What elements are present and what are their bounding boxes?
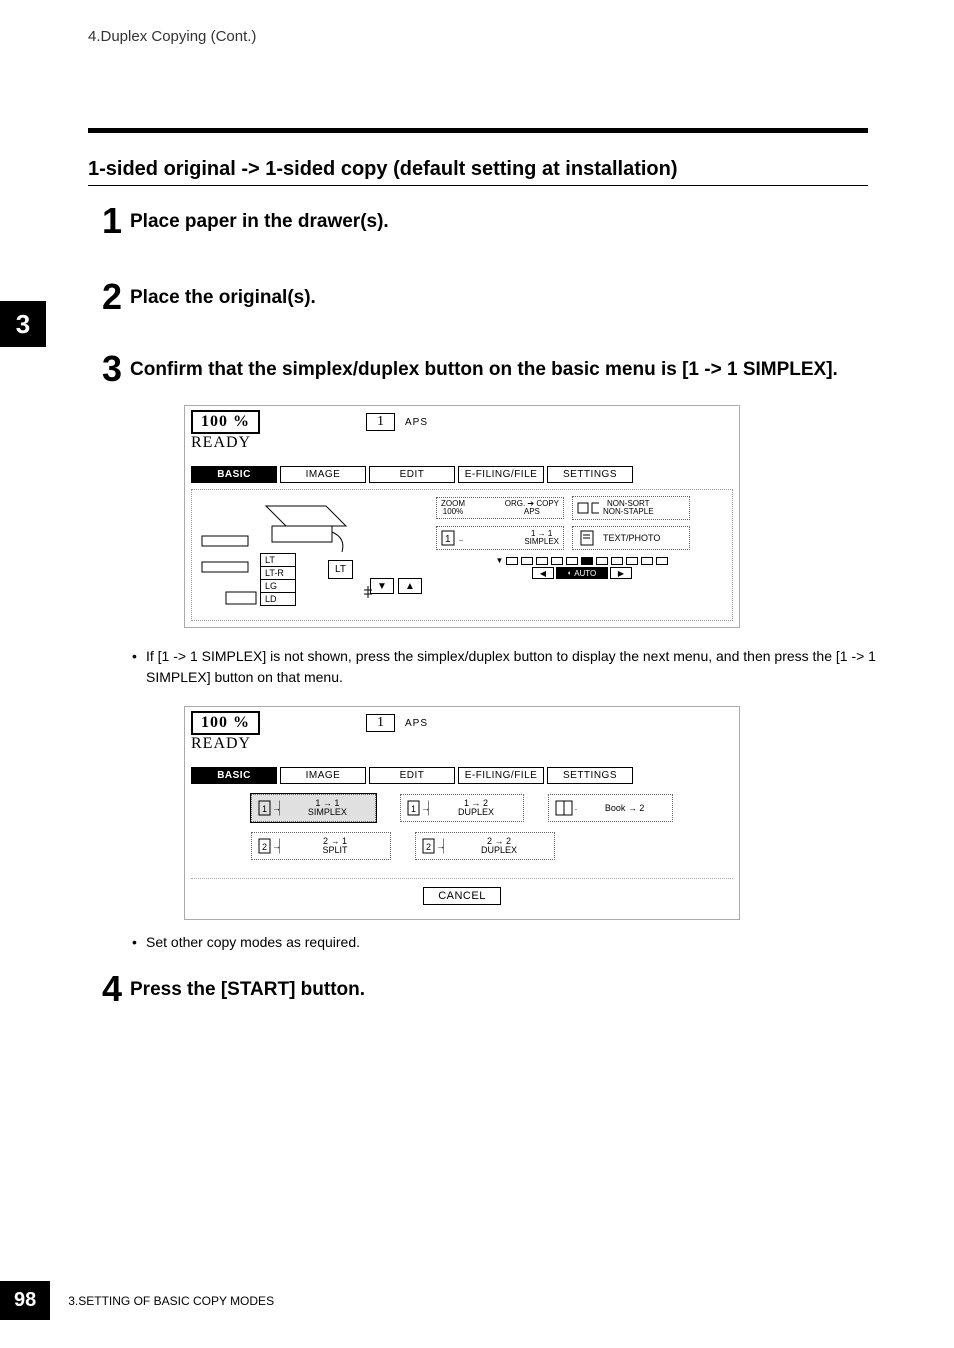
lcd-screenshot-basic: 100 % 1 APS READY BASIC IMAGE EDIT E-FIL…	[184, 405, 740, 628]
tab-image[interactable]: IMAGE	[280, 767, 366, 784]
zoom-percent: 100 %	[191, 711, 260, 735]
tab-efiling[interactable]: E-FILING/FILE	[458, 767, 544, 784]
density-scale: ▼	[436, 556, 728, 565]
step-text: Place the original(s).	[130, 279, 868, 311]
svg-text:1: 1	[445, 534, 451, 545]
page-to-page-icon: 1→1	[441, 529, 463, 547]
tab-basic[interactable]: BASIC	[191, 767, 277, 784]
section-title: 1-sided original -> 1-sided copy (defaul…	[88, 158, 868, 186]
tab-row: BASIC IMAGE EDIT E-FILING/FILE SETTINGS	[191, 466, 733, 483]
svg-text:→: →	[272, 803, 280, 813]
step-4: 4 Press the [START] button.	[88, 971, 868, 1007]
tab-efiling[interactable]: E-FILING/FILE	[458, 466, 544, 483]
step-2: 2 Place the original(s).	[88, 279, 868, 315]
svg-text:→: →	[421, 803, 429, 813]
density-auto-button[interactable]: ◐ AUTO	[556, 567, 608, 579]
svg-text:→: →	[457, 534, 463, 545]
arrow-up-button[interactable]: ▲	[398, 578, 422, 594]
paper-size-button[interactable]: LT	[328, 560, 353, 579]
book-2-button[interactable]: →2 Book → 2	[548, 794, 673, 822]
density-right-button[interactable]: ▶	[610, 567, 632, 579]
step-number: 2	[88, 279, 122, 315]
lcd-screenshot-duplex-menu: 100 % 1 APS READY BASIC IMAGE EDIT E-FIL…	[184, 706, 740, 920]
svg-text:2: 2	[426, 842, 431, 852]
zoom-percent: 100 %	[191, 410, 260, 434]
tray-ltr: LT-R	[260, 566, 296, 580]
aps-label: APS	[405, 417, 428, 428]
note-other-modes: Set other copy modes as required.	[132, 932, 882, 953]
tab-edit[interactable]: EDIT	[369, 466, 455, 483]
sort-button[interactable]: NON-SORTNON-STAPLE	[572, 496, 690, 520]
ready-status: READY	[191, 434, 733, 452]
printer-icon	[196, 496, 426, 616]
duplex-2-2-button[interactable]: 2→2 2 → 2DUPLEX	[415, 832, 555, 860]
tab-edit[interactable]: EDIT	[369, 767, 455, 784]
tab-row: BASIC IMAGE EDIT E-FILING/FILE SETTINGS	[191, 767, 733, 784]
tray-lg: LG	[260, 579, 296, 593]
svg-text:→: →	[573, 803, 577, 813]
step-3: 3 Confirm that the simplex/duplex button…	[88, 351, 868, 387]
duplex-to-duplex-icon: 2→2	[422, 837, 444, 855]
tab-settings[interactable]: SETTINGS	[547, 767, 633, 784]
step-text: Confirm that the simplex/duplex button o…	[130, 351, 868, 383]
footer-chapter: 3.SETTING OF BASIC COPY MODES	[68, 1294, 274, 1308]
tab-image[interactable]: IMAGE	[280, 466, 366, 483]
copy-count: 1	[366, 714, 395, 732]
zoom-org-button[interactable]: ZOOM100% ORG. ➔ COPYAPS	[436, 497, 564, 519]
paper-tray-area: LT LT-R LG LD LT ▼ ▲	[196, 496, 426, 616]
split-2-1-button[interactable]: 2→1 2 → 1SPLIT	[251, 832, 391, 860]
simplex-duplex-button[interactable]: 1→1 1 → 1SIMPLEX	[436, 526, 564, 550]
text-photo-button[interactable]: TEXT/PHOTO	[572, 526, 690, 550]
step-text: Place paper in the drawer(s).	[130, 203, 868, 235]
ready-status: READY	[191, 735, 733, 753]
svg-text:→: →	[436, 841, 444, 851]
document-icon	[577, 529, 599, 547]
step-number: 3	[88, 351, 122, 387]
tray-lt: LT	[260, 553, 296, 567]
svg-text:1: 1	[411, 804, 416, 814]
aps-label: APS	[405, 718, 428, 729]
divider	[88, 128, 868, 133]
page-number: 98	[0, 1281, 50, 1320]
svg-text:1: 1	[262, 804, 267, 814]
step-text: Press the [START] button.	[130, 971, 868, 1003]
duplex-1-2-button[interactable]: 1→2 1 → 2DUPLEX	[400, 794, 525, 822]
chapter-side-tab: 3	[0, 301, 46, 347]
density-left-button[interactable]: ◀	[532, 567, 554, 579]
stack-icon	[577, 499, 599, 517]
page-to-page-icon: 1→1	[258, 799, 280, 817]
cancel-button[interactable]: CANCEL	[423, 887, 501, 905]
step-number: 4	[88, 971, 122, 1007]
tab-basic[interactable]: BASIC	[191, 466, 277, 483]
simplex-1-1-button[interactable]: 1→1 1 → 1SIMPLEX	[251, 794, 376, 822]
duplex-to-page-icon: 2→1	[258, 837, 280, 855]
book-to-page-icon: →2	[555, 799, 577, 817]
tab-settings[interactable]: SETTINGS	[547, 466, 633, 483]
breadcrumb: 4.Duplex Copying (Cont.)	[88, 28, 256, 45]
step-number: 1	[88, 203, 122, 239]
note-simplex: If [1 -> 1 SIMPLEX] is not shown, press …	[132, 646, 882, 688]
arrow-down-button[interactable]: ▼	[370, 578, 394, 594]
svg-text:2: 2	[262, 842, 267, 852]
footer: 98 3.SETTING OF BASIC COPY MODES	[0, 1281, 274, 1320]
svg-text:→: →	[272, 841, 280, 851]
copy-count: 1	[366, 413, 395, 431]
tray-ld: LD	[260, 592, 296, 606]
page-to-duplex-icon: 1→2	[407, 799, 429, 817]
step-1: 1 Place paper in the drawer(s).	[88, 203, 868, 239]
